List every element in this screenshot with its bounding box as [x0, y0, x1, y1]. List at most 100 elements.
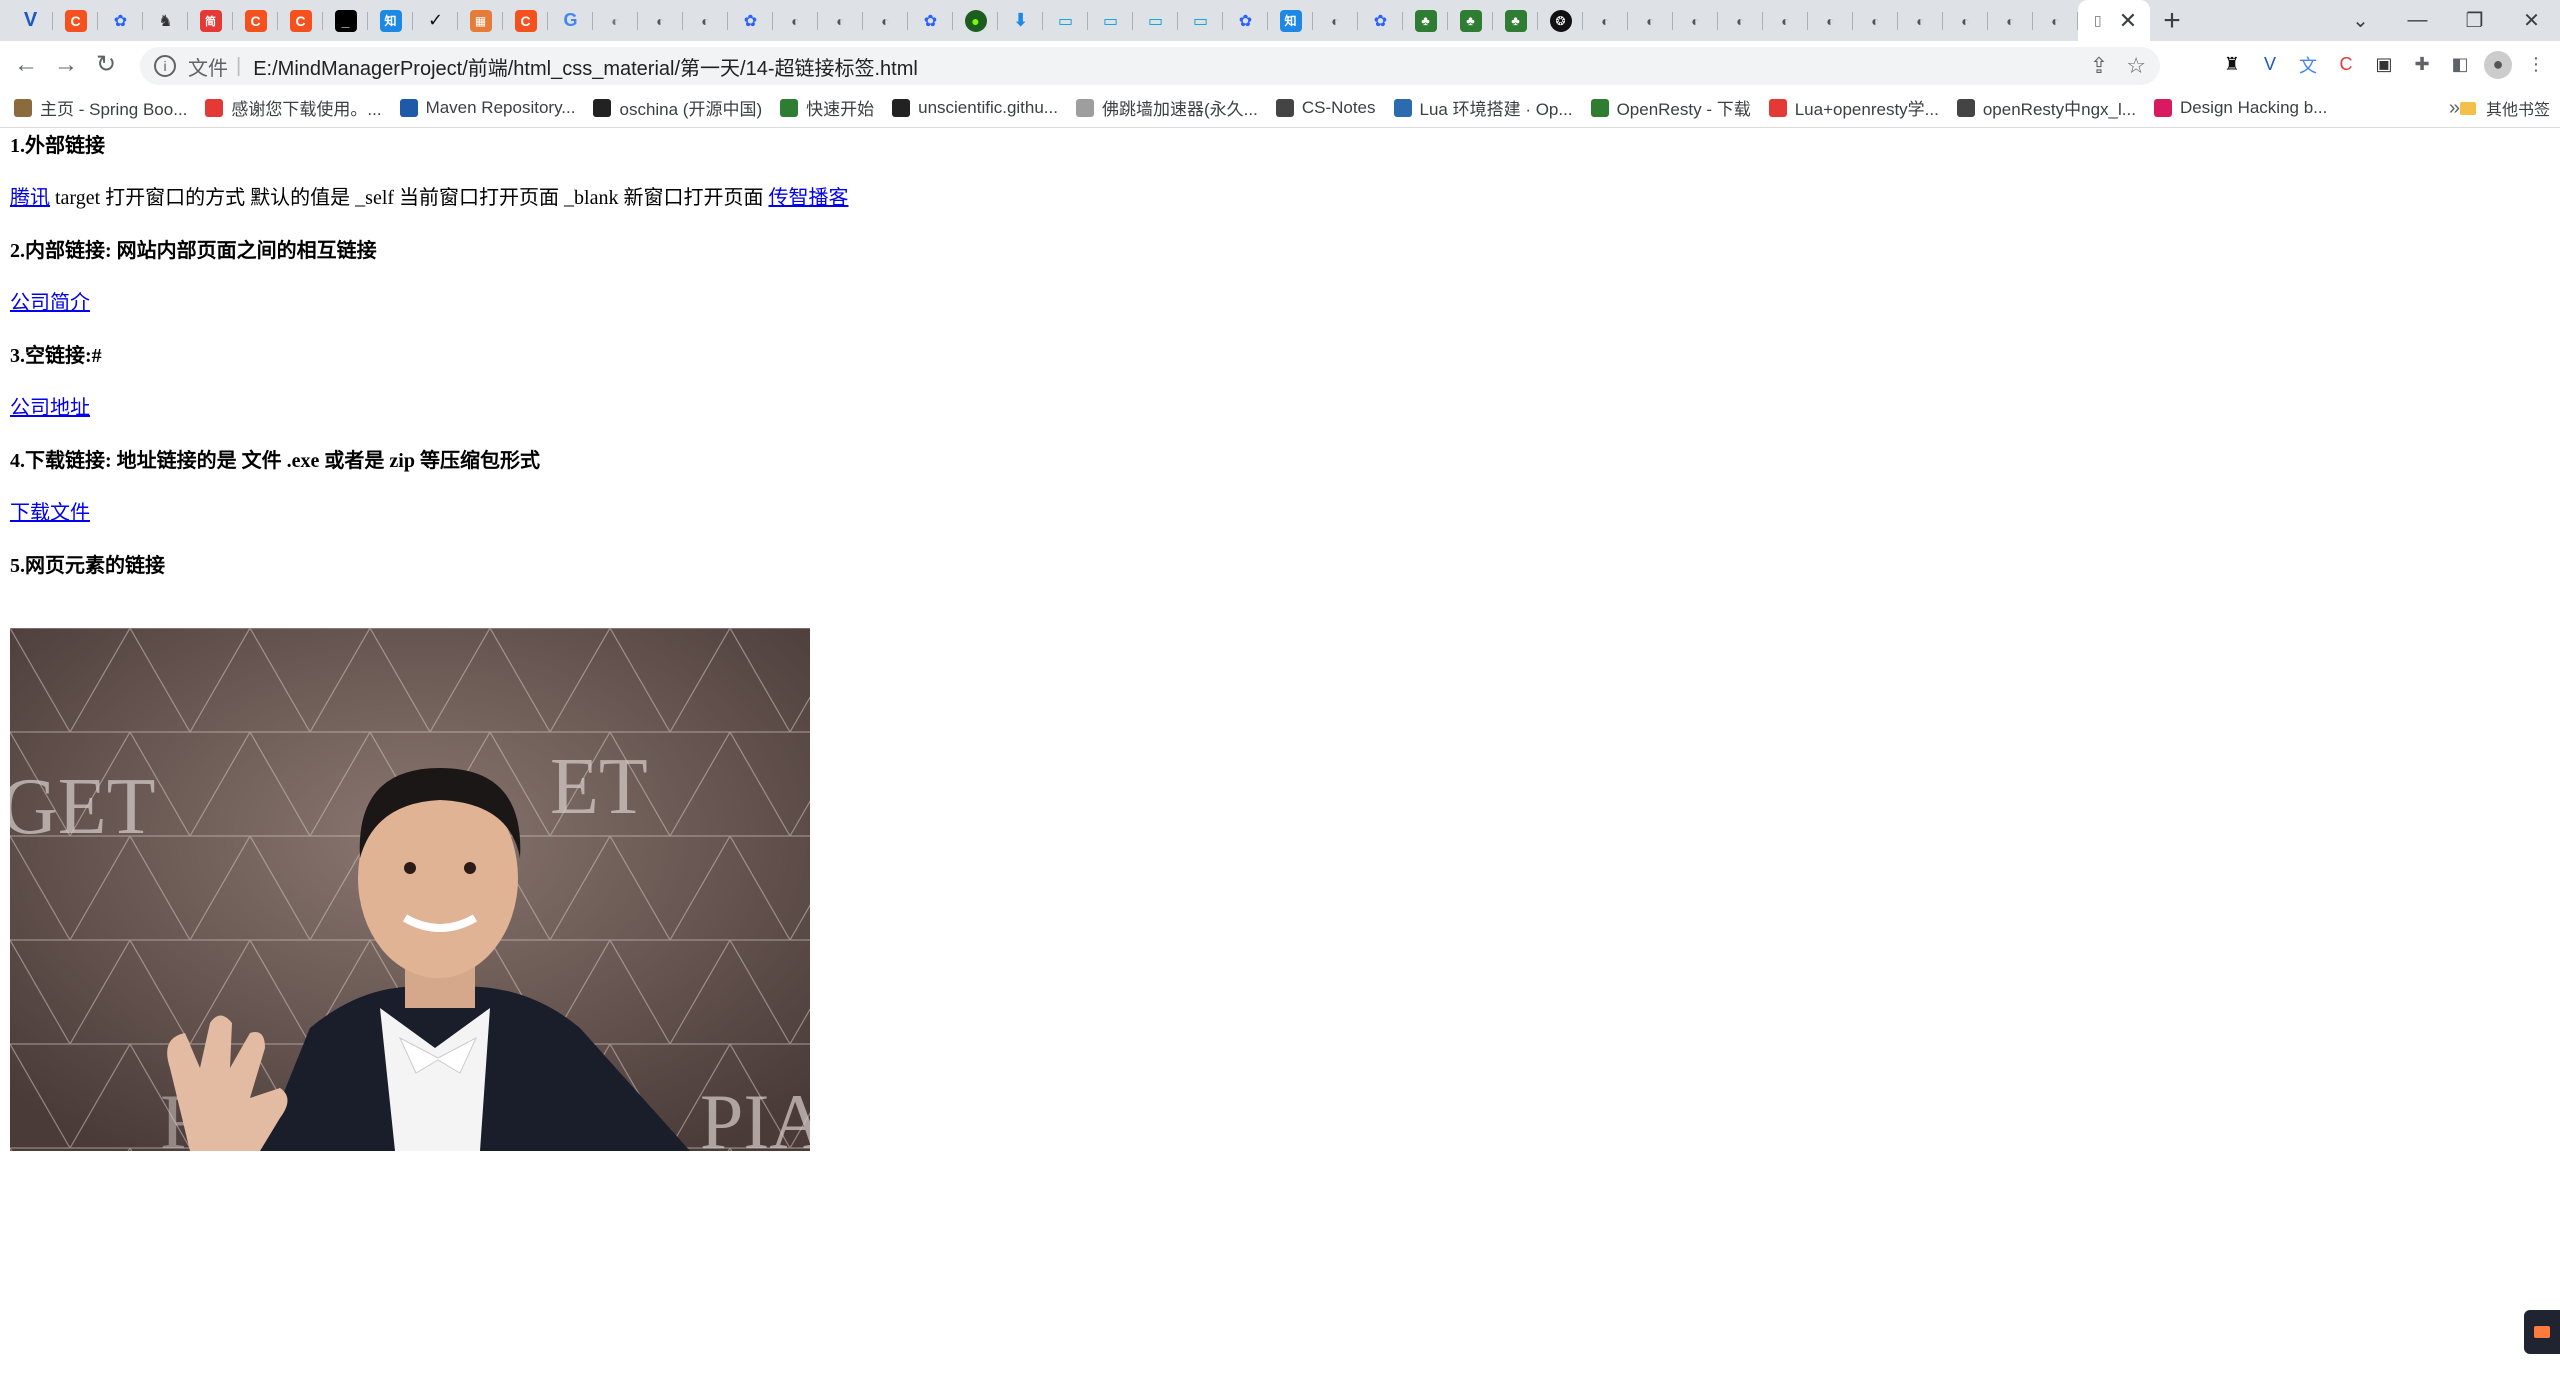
- bookmark-item[interactable]: 佛跳墙加速器(永久...: [1075, 95, 1258, 120]
- tab[interactable]: ✿: [908, 0, 953, 41]
- profile-icon[interactable]: ●: [2484, 50, 2512, 79]
- bookmark-item[interactable]: Lua+openresty学...: [1768, 95, 1939, 120]
- menu-icon[interactable]: ⋮: [2522, 51, 2550, 79]
- url-text[interactable]: E:/MindManagerProject/前端/html_css_materi…: [253, 52, 918, 81]
- tab[interactable]: G: [548, 0, 593, 41]
- sidebar-icon[interactable]: ◧: [2446, 51, 2474, 79]
- linked-portrait-image[interactable]: GET ET PIA RD: [10, 628, 810, 1151]
- link-download-file[interactable]: 下载文件: [10, 502, 90, 524]
- tab[interactable]: ◐: [1943, 0, 1988, 41]
- bookmark-item[interactable]: Lua 环境搭建 · Op...: [1393, 95, 1573, 120]
- bookmark-favicon-icon: [1393, 98, 1412, 117]
- tab[interactable]: ◐: [1988, 0, 2033, 41]
- globe-icon: ◐: [1916, 12, 1925, 29]
- address-bar[interactable]: i 文件 | E:/MindManagerProject/前端/html_css…: [140, 47, 2160, 85]
- new-tab-button[interactable]: +: [2150, 0, 2194, 41]
- tab[interactable]: ◐: [1673, 0, 1718, 41]
- tab[interactable]: ✿: [728, 0, 773, 41]
- floating-assistant-button[interactable]: [2524, 1310, 2560, 1354]
- tab[interactable]: ✿: [1223, 0, 1268, 41]
- link-company-intro[interactable]: 公司简介: [10, 292, 90, 314]
- extension-icon[interactable]: V: [2256, 51, 2284, 79]
- tab[interactable]: ♣: [1493, 0, 1538, 41]
- link-tencent[interactable]: 腾讯: [10, 187, 50, 209]
- csdn-icon: C: [289, 9, 312, 32]
- tab[interactable]: ♣: [1403, 0, 1448, 41]
- bookmark-item[interactable]: 主页 - Spring Boo...: [14, 95, 187, 120]
- tab[interactable]: C: [53, 0, 98, 41]
- tab[interactable]: ◐: [2033, 0, 2078, 41]
- tab[interactable]: ♞: [143, 0, 188, 41]
- restore-button[interactable]: ❐: [2446, 0, 2503, 41]
- bookmark-item[interactable]: 感谢您下载使用。...: [205, 95, 382, 120]
- tab[interactable]: ◐: [638, 0, 683, 41]
- tab[interactable]: 知: [368, 0, 413, 41]
- site-info-icon[interactable]: i: [154, 55, 176, 77]
- tab[interactable]: ◐: [1898, 0, 1943, 41]
- bookmark-item[interactable]: CS-Notes: [1275, 98, 1376, 118]
- tab[interactable]: ◐: [863, 0, 908, 41]
- tab[interactable]: C: [503, 0, 548, 41]
- tab[interactable]: ▭: [1088, 0, 1133, 41]
- tab[interactable]: ◐: [683, 0, 728, 41]
- tab[interactable]: ✓: [413, 0, 458, 41]
- tab[interactable]: C: [278, 0, 323, 41]
- bookmark-item[interactable]: 快速开始: [780, 95, 874, 120]
- extension-icon[interactable]: C: [2332, 51, 2360, 79]
- bookmark-item[interactable]: openResty中ngx_l...: [1956, 95, 2136, 120]
- tab[interactable]: ❂: [1538, 0, 1583, 41]
- minimize-button[interactable]: —: [2389, 0, 2446, 41]
- bookmark-item[interactable]: Design Hacking b...: [2153, 98, 2327, 118]
- csdn-icon: C: [514, 9, 537, 32]
- bookmark-item[interactable]: OpenResty - 下载: [1590, 95, 1751, 120]
- tab[interactable]: 简: [188, 0, 233, 41]
- share-icon[interactable]: ⇪: [2090, 53, 2108, 79]
- tab[interactable]: ◐: [1808, 0, 1853, 41]
- other-bookmarks[interactable]: 其他书签: [2459, 88, 2550, 128]
- tab[interactable]: ✿: [98, 0, 143, 41]
- selenium-icon[interactable]: ▣: [2370, 51, 2398, 79]
- tab[interactable]: ◐: [1628, 0, 1673, 41]
- target-description: target 打开窗口的方式 默认的值是 _self 当前窗口打开页面 _bla…: [50, 187, 769, 209]
- tab[interactable]: ◐: [593, 0, 638, 41]
- puzzle-icon[interactable]: ✚: [2408, 51, 2436, 79]
- close-tab-icon[interactable]: ✕: [2119, 8, 2137, 34]
- tab[interactable]: ◐: [1313, 0, 1358, 41]
- tab[interactable]: _: [323, 0, 368, 41]
- tab[interactable]: ▭: [1043, 0, 1088, 41]
- bookmark-item[interactable]: oschina (开源中国): [593, 95, 762, 120]
- bookmark-item[interactable]: unscientific.githu...: [892, 98, 1058, 118]
- paw-icon: ✿: [743, 12, 758, 30]
- tab[interactable]: ▭: [1178, 0, 1223, 41]
- close-window-button[interactable]: ✕: [2503, 0, 2560, 41]
- tab[interactable]: ♣: [1448, 0, 1493, 41]
- tab[interactable]: ⬇: [998, 0, 1043, 41]
- tab[interactable]: ◐: [1718, 0, 1763, 41]
- tab-search-button[interactable]: ⌄: [2332, 0, 2389, 41]
- link-company-address[interactable]: 公司地址: [10, 397, 90, 419]
- globe-icon: ◐: [701, 12, 710, 29]
- bookmarks-overflow-button[interactable]: »: [2449, 88, 2460, 128]
- back-button[interactable]: ←: [6, 45, 46, 85]
- tab[interactable]: ●: [953, 0, 998, 41]
- tab[interactable]: ▦: [458, 0, 503, 41]
- forward-button[interactable]: →: [46, 45, 86, 85]
- reload-button[interactable]: ↻: [86, 45, 126, 85]
- tab[interactable]: ◐: [1583, 0, 1628, 41]
- bookmark-star-icon[interactable]: ☆: [2126, 53, 2146, 79]
- tab[interactable]: 知: [1268, 0, 1313, 41]
- tab[interactable]: ◐: [773, 0, 818, 41]
- translate-icon[interactable]: 文: [2294, 51, 2322, 79]
- active-tab[interactable]: ▯ ✕: [2078, 0, 2150, 41]
- tab[interactable]: ▭: [1133, 0, 1178, 41]
- tab[interactable]: V: [8, 0, 53, 41]
- tab[interactable]: ◐: [818, 0, 863, 41]
- tab[interactable]: C: [233, 0, 278, 41]
- octopus-icon: ♞: [158, 12, 173, 30]
- extension-icon[interactable]: ♜: [2218, 51, 2246, 79]
- link-itcast[interactable]: 传智播客: [768, 187, 848, 209]
- bookmark-item[interactable]: Maven Repository...: [399, 98, 575, 118]
- tab[interactable]: ◐: [1853, 0, 1898, 41]
- tab[interactable]: ◐: [1763, 0, 1808, 41]
- tab[interactable]: ✿: [1358, 0, 1403, 41]
